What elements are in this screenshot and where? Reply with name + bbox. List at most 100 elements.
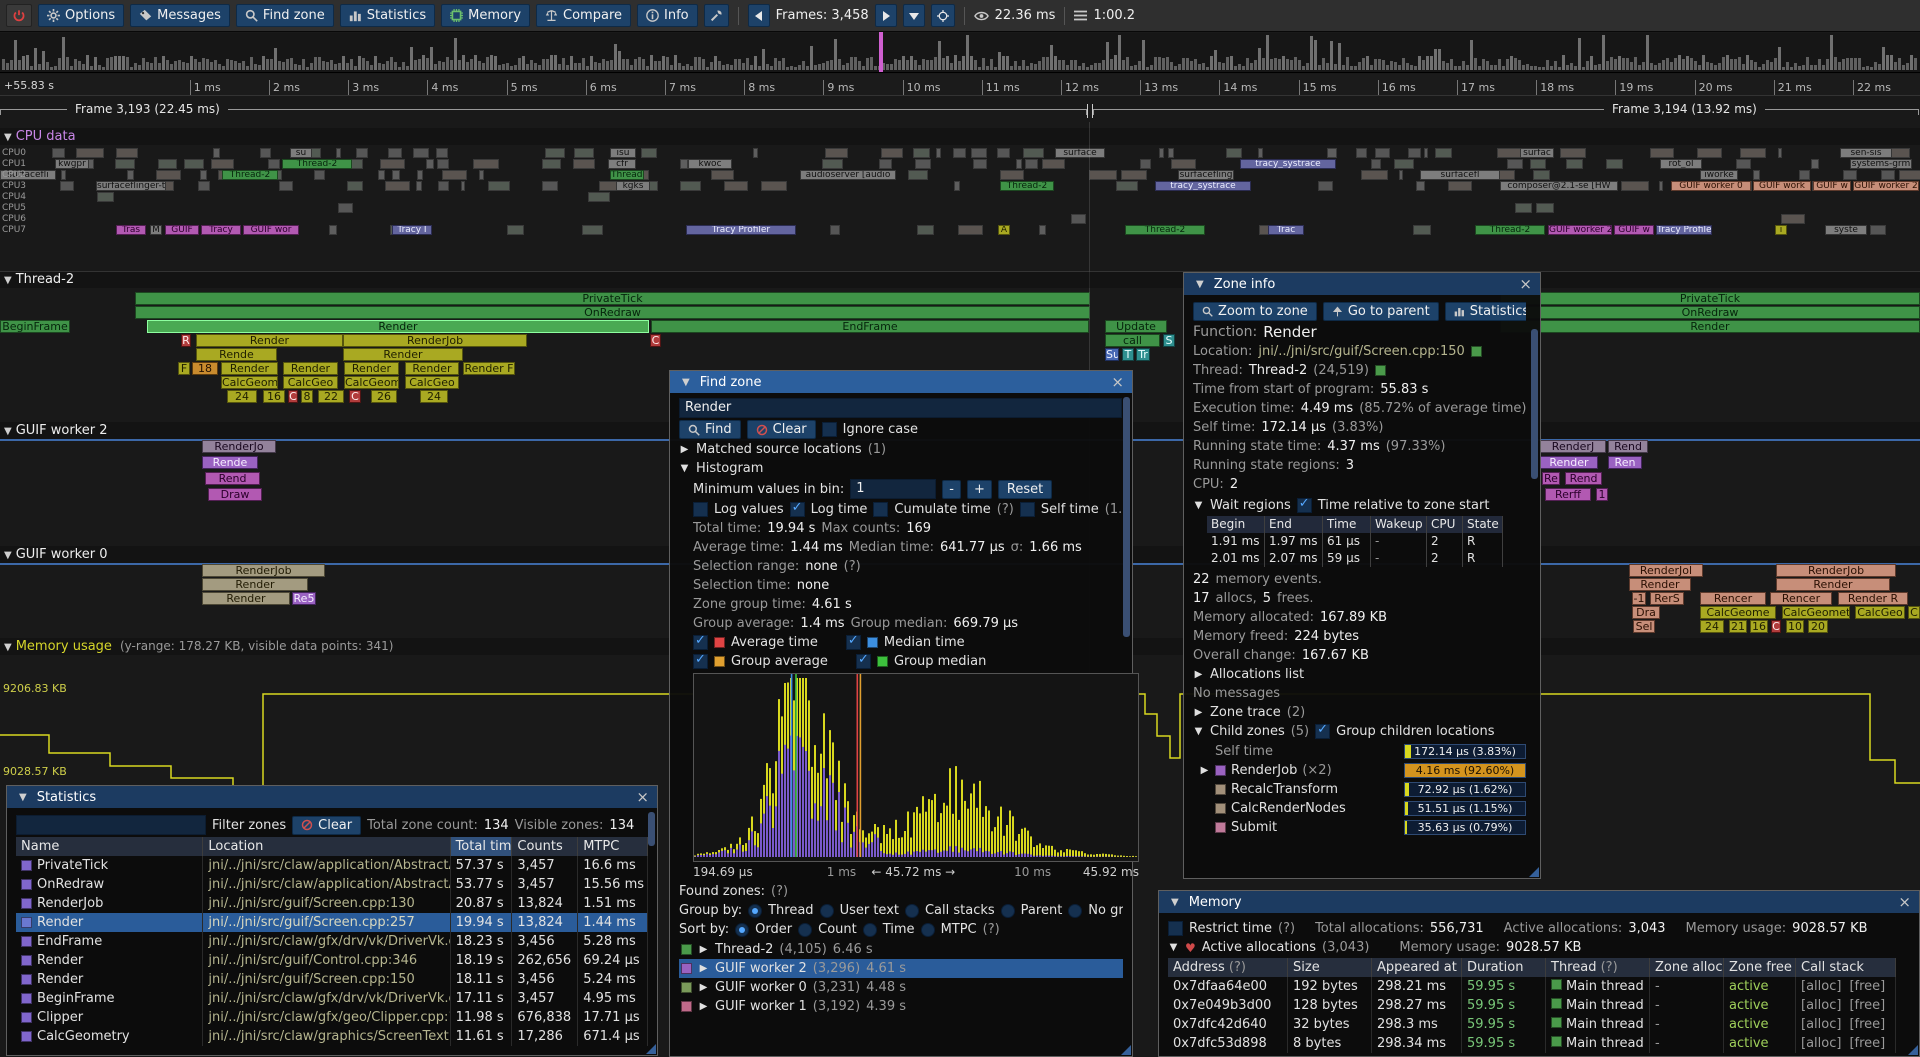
timeline-zone[interactable]: surfaceflinger-t xyxy=(96,181,166,191)
find-button[interactable]: Find xyxy=(679,420,741,439)
timeline-zone[interactable]: sen-sis xyxy=(1840,148,1892,158)
timeline-zone[interactable]: Rend xyxy=(1565,472,1602,485)
timeline-zone[interactable]: 8 xyxy=(301,390,313,403)
timeline-zone[interactable]: Render F xyxy=(463,362,515,375)
timeline-zone[interactable]: composer@2.1-se [HW xyxy=(1500,181,1618,191)
timeline-zone[interactable]: RenderJob xyxy=(202,564,325,577)
timeline-zone[interactable]: Rend xyxy=(205,472,260,485)
timeline-zone[interactable]: Render xyxy=(343,348,463,361)
increment-button[interactable]: + xyxy=(967,480,992,499)
group-by-radio-parent[interactable] xyxy=(1001,904,1015,918)
timeline-zone[interactable]: C xyxy=(650,334,661,347)
table-row[interactable]: OnRedrawjni/../jni/src/claw/application/… xyxy=(16,875,648,894)
call-stack-token[interactable]: [alloc] xyxy=(1801,998,1841,1013)
timeline-zone[interactable]: A xyxy=(998,225,1010,235)
timeline-zone[interactable]: call xyxy=(1105,334,1160,347)
column-header-location[interactable]: Location xyxy=(203,837,450,856)
cumulate-time-checkbox[interactable] xyxy=(873,502,888,517)
timeline-zone[interactable]: su xyxy=(290,148,312,158)
zone-info-window-titlebar[interactable]: ▼ Zone info × xyxy=(1184,273,1540,295)
timeline-zone[interactable]: 21 xyxy=(1729,620,1747,633)
timeline-zone[interactable]: Re5 xyxy=(292,592,316,605)
zone-trace[interactable]: ▶Zone trace(2) xyxy=(1193,704,1526,721)
expand-arrow-icon[interactable]: ▶ xyxy=(698,982,709,993)
timeline-zone[interactable]: Render xyxy=(1776,578,1890,591)
timeline-zone[interactable]: surfacefl xyxy=(1420,170,1500,180)
timeline-zone[interactable]: Thread-2 xyxy=(222,170,278,180)
zoom-to-zone-button[interactable]: Zoom to zone xyxy=(1193,302,1317,321)
recenter-view-button[interactable] xyxy=(931,4,955,27)
timeline-zone[interactable]: Trac xyxy=(1268,225,1304,235)
active-allocations-section[interactable]: ▼♥ Active allocations (3,043) Memory usa… xyxy=(1168,939,1910,956)
timeline-zone[interactable]: 16 xyxy=(263,390,285,403)
timeline-zone[interactable]: C xyxy=(288,390,298,403)
child-zones[interactable]: ▼Child zones(5)Group children locations xyxy=(1193,723,1526,740)
timeline-zone[interactable]: GUIF worker 0 xyxy=(1671,181,1751,191)
timeline-zone[interactable]: syste xyxy=(1825,225,1867,235)
timeline-zone[interactable]: Render xyxy=(221,362,278,375)
timeline-zone[interactable]: F xyxy=(178,362,190,375)
timeline-zone[interactable]: isu xyxy=(610,148,636,158)
timeline-zone[interactable]: OnRedraw xyxy=(1500,306,1920,319)
timeline-zone[interactable]: C xyxy=(349,390,361,403)
timeline-zone[interactable]: Thread-2 xyxy=(1125,225,1205,235)
timeline-zone[interactable]: iworke xyxy=(1700,170,1738,180)
timeline-zone[interactable]: Render xyxy=(405,362,459,375)
call-stack-cell[interactable]: [alloc][free] xyxy=(1796,977,1896,996)
child-zone-row[interactable]: Submit35.63 μs (0.79%) xyxy=(1199,818,1526,837)
table-row[interactable]: PrivateTickjni/../jni/src/claw/applicati… xyxy=(16,856,648,875)
column-header-zone-alloc[interactable]: Zone alloc xyxy=(1650,958,1724,977)
find-zone-histogram[interactable] xyxy=(694,674,1138,857)
timeline-zone[interactable]: OnRedraw xyxy=(135,306,1090,319)
expand-arrow-icon[interactable]: ▶ xyxy=(698,944,709,955)
timeline-zone[interactable]: Render xyxy=(1540,456,1598,469)
timeline-zone[interactable]: BeginFrame xyxy=(0,320,70,333)
average-time-checkbox[interactable] xyxy=(693,635,708,650)
timeline-zone[interactable]: RerS xyxy=(1650,592,1684,605)
call-stack-cell[interactable]: [alloc][free] xyxy=(1796,996,1896,1015)
statistics-button[interactable]: Statistics xyxy=(340,4,435,27)
timeline-zone[interactable]: Render xyxy=(1629,578,1691,591)
timeline-zone[interactable]: Tracy Profiler xyxy=(1656,225,1712,235)
expand-arrow-icon[interactable]: ▶ xyxy=(698,963,709,974)
next-frame-button[interactable] xyxy=(875,4,897,27)
timeline-zone[interactable]: Ren xyxy=(1608,456,1642,469)
timeline-zone[interactable]: i xyxy=(1775,225,1787,235)
column-header-counts[interactable]: Counts xyxy=(512,837,578,856)
column-header-address[interactable]: Address (?) xyxy=(1168,958,1288,977)
frame-label-left[interactable]: Frame 3,193 (22.45 ms) xyxy=(67,102,228,116)
timeline-zone[interactable]: Render xyxy=(283,362,338,375)
filter-zones-input[interactable] xyxy=(16,815,206,835)
timeline-zone[interactable]: Draw xyxy=(208,488,262,501)
collapse-arrow-icon[interactable]: ▼ xyxy=(4,550,12,561)
timeline-zone[interactable]: CalcGeome xyxy=(1700,606,1776,619)
group-by-radio-call-stacks[interactable] xyxy=(905,904,919,918)
find-zone-search-input[interactable]: Render xyxy=(679,398,1122,418)
memory-button[interactable]: Memory xyxy=(441,4,530,27)
timeline-zone[interactable]: Thread-2 xyxy=(1475,225,1545,235)
timeline-zone[interactable]: Sel xyxy=(1633,620,1655,633)
found-zone-group[interactable]: ▶GUIF worker 1(3,192)4.39 s xyxy=(679,997,1123,1016)
timeline-zone[interactable]: RenderJ xyxy=(1540,440,1606,453)
timeline-zone[interactable]: CalcGeom xyxy=(344,376,399,389)
timeline-zone[interactable]: 1 xyxy=(1596,488,1608,501)
call-stack-cell[interactable]: [alloc][free] xyxy=(1796,1034,1896,1053)
thread-header[interactable]: ▼Thread-2 xyxy=(0,271,1920,288)
timeline-zone[interactable]: -1 xyxy=(1632,592,1646,605)
timeline-zone[interactable]: Rencer xyxy=(1700,592,1766,605)
timeline-zone[interactable]: 26 xyxy=(371,390,397,403)
wait-regions-label[interactable]: Wait regions xyxy=(1210,498,1291,513)
log-values-checkbox[interactable] xyxy=(693,502,708,517)
column-header-appeared-at[interactable]: Appeared at xyxy=(1372,958,1462,977)
matched-source-locations[interactable]: ▶Matched source locations(1) xyxy=(679,441,1123,458)
close-icon[interactable]: × xyxy=(636,790,649,805)
column-header-mtpc[interactable]: MTPC xyxy=(578,837,648,856)
wait-region-row[interactable]: 1.91 ms1.97 ms61 μs-2R xyxy=(1207,533,1526,550)
timeline-zone[interactable]: Rerff xyxy=(1545,488,1591,501)
allocation-row[interactable]: 0x7dfaa64e00192 bytes298.21 ms59.95 sMai… xyxy=(1168,977,1910,996)
timeline-zone[interactable]: GUIF xyxy=(165,225,199,235)
prev-frame-button[interactable] xyxy=(748,4,770,27)
timeline-zone[interactable]: 24 xyxy=(227,390,257,403)
column-header-name[interactable]: Name xyxy=(16,837,203,856)
timeline-zone[interactable]: CalcGeomet xyxy=(1782,606,1850,619)
